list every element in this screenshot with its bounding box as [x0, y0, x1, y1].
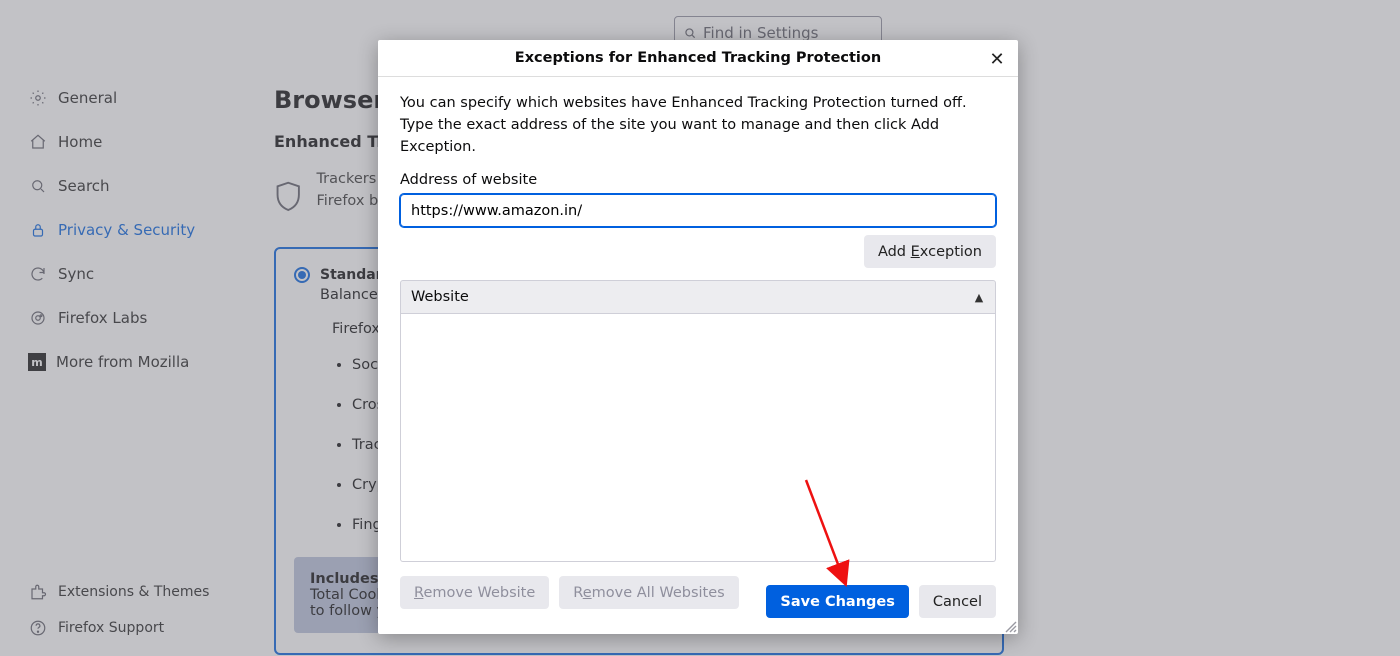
cancel-button[interactable]: Cancel	[919, 585, 996, 618]
column-header-label: Website	[411, 289, 469, 305]
close-button[interactable]: ✕	[986, 48, 1008, 70]
modal-header: Exceptions for Enhanced Tracking Protect…	[378, 40, 1018, 77]
website-list[interactable]	[400, 314, 996, 562]
remove-website-button[interactable]: Remove Website	[400, 576, 549, 609]
resize-handle[interactable]	[1003, 619, 1017, 633]
remove-all-websites-button[interactable]: Remove All Websites	[559, 576, 738, 609]
exceptions-modal: Exceptions for Enhanced Tracking Protect…	[378, 40, 1018, 634]
address-field-label: Address of website	[400, 172, 996, 188]
sort-caret-icon: ▲	[973, 291, 985, 303]
modal-title: Exceptions for Enhanced Tracking Protect…	[515, 50, 881, 66]
add-exception-button[interactable]: Add Exception	[864, 235, 996, 268]
save-changes-button[interactable]: Save Changes	[766, 585, 908, 618]
website-list-header[interactable]: Website ▲	[400, 280, 996, 314]
address-input[interactable]	[400, 194, 996, 227]
modal-description: You can specify which websites have Enha…	[400, 93, 996, 158]
close-icon: ✕	[989, 49, 1004, 70]
